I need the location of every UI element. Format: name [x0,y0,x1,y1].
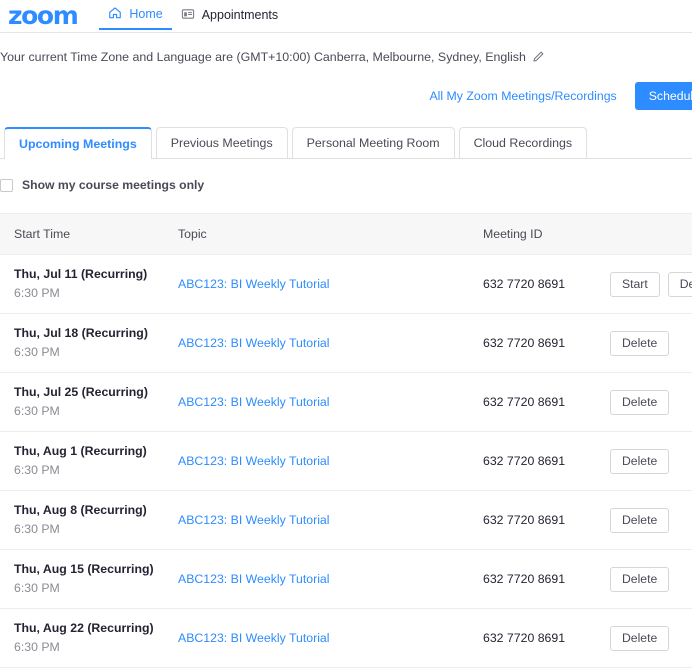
cell-meeting-id: 632 7720 8691 [483,277,566,291]
tab-personal-meeting-room-label: Personal Meeting Room [306,136,440,150]
cell-meeting-id: 632 7720 8691 [483,631,566,645]
calendar-icon [181,7,195,24]
meeting-date: Thu, Jul 18 (Recurring) [14,326,148,340]
cell-topic: ABC123: BI Weekly Tutorial [178,452,483,470]
tab-upcoming-meetings[interactable]: Upcoming Meetings [4,127,152,159]
nav-item-home[interactable]: Home [99,0,172,30]
meeting-date: Thu, Jul 25 (Recurring) [14,385,148,399]
meeting-time: 6:30 PM [14,640,60,654]
zoom-logo[interactable]: zoom [8,1,79,31]
tab-upcoming-meetings-label: Upcoming Meetings [19,137,137,151]
nav-item-list: Home Appointments [99,0,287,32]
meetings-table: Start Time Topic Meeting ID Thu, Jul 11 … [0,213,692,668]
timezone-info-row: Your current Time Zone and Language are … [0,48,692,66]
column-header-meeting-id: Meeting ID [483,227,543,241]
tab-cloud-recordings-label: Cloud Recordings [473,136,573,150]
cell-start-time: Thu, Aug 22 (Recurring) 6:30 PM [0,620,178,656]
all-my-zoom-meetings-link[interactable]: All My Zoom Meetings/Recordings [429,89,616,103]
cell-meeting-id: 632 7720 8691 [483,336,566,350]
table-row: Thu, Jul 11 (Recurring) 6:30 PM ABC123: … [0,255,692,314]
cell-meeting-id: 632 7720 8691 [483,395,566,409]
table-row: Thu, Aug 22 (Recurring) 6:30 PM ABC123: … [0,609,692,668]
nav-item-appointments-label: Appointments [201,8,279,22]
delete-meeting-button[interactable]: Delete [610,389,670,415]
delete-meeting-button[interactable]: Delete [610,625,670,651]
delete-meeting-button[interactable]: Delete [667,271,692,297]
table-row: Thu, Aug 1 (Recurring) 6:30 PM ABC123: B… [0,432,692,491]
meeting-time: 6:30 PM [14,522,60,536]
delete-meeting-button[interactable]: Delete [610,507,670,533]
column-header-topic: Topic [178,227,207,241]
meeting-time: 6:30 PM [14,286,60,300]
cell-topic: ABC123: BI Weekly Tutorial [178,570,483,588]
top-navigation-bar: zoom Home Appointments [0,0,692,33]
meeting-time: 6:30 PM [14,404,60,418]
column-header-start-time: Start Time [14,227,71,241]
meeting-topic-link[interactable]: ABC123: BI Weekly Tutorial [178,513,330,527]
cell-start-time: Thu, Jul 25 (Recurring) 6:30 PM [0,384,178,420]
meeting-topic-link[interactable]: ABC123: BI Weekly Tutorial [178,572,330,586]
cell-topic: ABC123: BI Weekly Tutorial [178,275,483,293]
delete-meeting-button[interactable]: Delete [610,448,670,474]
nav-item-home-label: Home [129,7,163,21]
tab-previous-meetings-label: Previous Meetings [170,136,273,150]
schedule-button[interactable]: Schedule [634,82,692,110]
tab-cloud-recordings[interactable]: Cloud Recordings [458,127,588,158]
home-icon [108,6,122,23]
cell-meeting-id: 632 7720 8691 [483,572,566,586]
table-row: Thu, Jul 18 (Recurring) 6:30 PM ABC123: … [0,314,692,373]
cell-actions: Delete [610,448,692,474]
meeting-topic-link[interactable]: ABC123: BI Weekly Tutorial [178,454,330,468]
show-course-meetings-label[interactable]: Show my course meetings only [22,178,204,192]
meeting-time: 6:30 PM [14,345,60,359]
cell-topic: ABC123: BI Weekly Tutorial [178,393,483,411]
show-course-meetings-checkbox[interactable] [0,178,13,192]
nav-item-appointments[interactable]: Appointments [172,0,287,30]
meeting-topic-link[interactable]: ABC123: BI Weekly Tutorial [178,336,330,350]
table-row: Thu, Aug 8 (Recurring) 6:30 PM ABC123: B… [0,491,692,550]
table-row: Thu, Jul 25 (Recurring) 6:30 PM ABC123: … [0,373,692,432]
cell-meeting-id: 632 7720 8691 [483,513,566,527]
cell-actions: Delete [610,507,692,533]
tab-personal-meeting-room[interactable]: Personal Meeting Room [291,127,455,158]
meeting-topic-link[interactable]: ABC123: BI Weekly Tutorial [178,631,330,645]
cell-actions: Delete [610,330,692,356]
cell-start-time: Thu, Aug 1 (Recurring) 6:30 PM [0,443,178,479]
meeting-date: Thu, Aug 22 (Recurring) [14,621,154,635]
cell-actions: Delete [610,625,692,651]
cell-actions: Delete [610,566,692,592]
meeting-date: Thu, Aug 15 (Recurring) [14,562,154,576]
table-row: Thu, Aug 15 (Recurring) 6:30 PM ABC123: … [0,550,692,609]
meeting-topic-link[interactable]: ABC123: BI Weekly Tutorial [178,277,330,291]
delete-meeting-button[interactable]: Delete [610,566,670,592]
cell-start-time: Thu, Aug 8 (Recurring) 6:30 PM [0,502,178,538]
cell-topic: ABC123: BI Weekly Tutorial [178,511,483,529]
meeting-date: Thu, Aug 8 (Recurring) [14,503,147,517]
meeting-date: Thu, Aug 1 (Recurring) [14,444,147,458]
meeting-date: Thu, Jul 11 (Recurring) [14,267,148,281]
cell-topic: ABC123: BI Weekly Tutorial [178,334,483,352]
cell-actions: Delete [610,389,692,415]
actions-row: All My Zoom Meetings/Recordings Schedule [0,82,692,110]
pencil-icon[interactable] [532,50,545,66]
cell-actions: Start Delete [610,271,692,297]
meeting-time: 6:30 PM [14,463,60,477]
tab-previous-meetings[interactable]: Previous Meetings [155,127,288,158]
cell-meeting-id: 632 7720 8691 [483,454,566,468]
cell-topic: ABC123: BI Weekly Tutorial [178,629,483,647]
meeting-time: 6:30 PM [14,581,60,595]
meeting-topic-link[interactable]: ABC123: BI Weekly Tutorial [178,395,330,409]
cell-start-time: Thu, Jul 18 (Recurring) 6:30 PM [0,325,178,361]
table-header-row: Start Time Topic Meeting ID [0,213,692,255]
timezone-text: Your current Time Zone and Language are … [0,50,526,64]
cell-start-time: Thu, Aug 15 (Recurring) 6:30 PM [0,561,178,597]
cell-start-time: Thu, Jul 11 (Recurring) 6:30 PM [0,266,178,302]
delete-meeting-button[interactable]: Delete [610,330,670,356]
start-meeting-button[interactable]: Start [610,271,660,297]
meeting-tabs: Upcoming Meetings Previous Meetings Pers… [0,126,692,159]
filter-row: Show my course meetings only [0,175,692,195]
